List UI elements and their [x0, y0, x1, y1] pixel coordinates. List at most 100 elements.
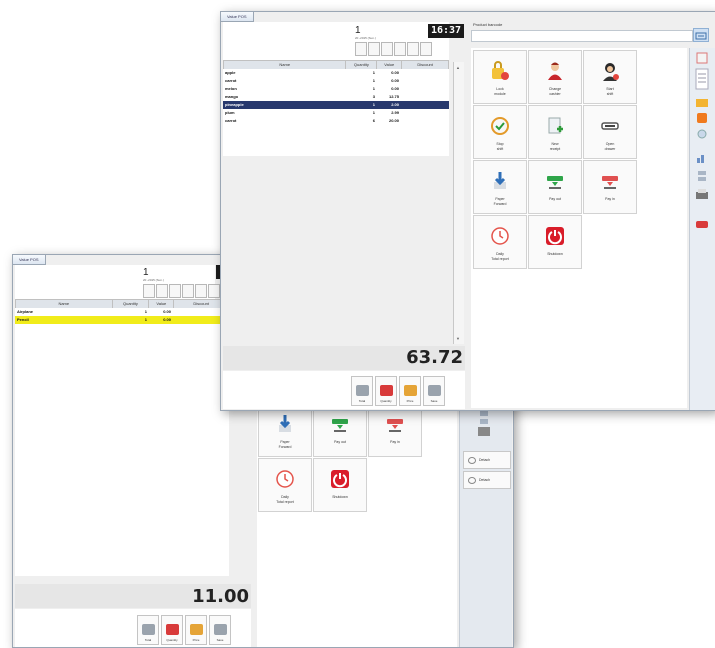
save-icon	[427, 385, 441, 396]
table-row[interactable]: Pencil 1 0.00	[15, 316, 229, 324]
side-button-1[interactable]: Detach	[463, 451, 511, 469]
tile-start-shift-button[interactable]: Start shift	[583, 50, 637, 104]
col-value: Value	[377, 61, 403, 69]
orange-tools-icon[interactable]	[695, 112, 709, 124]
pay-out-icon	[544, 170, 566, 192]
quantity-icon	[379, 385, 393, 396]
tile-lock-module-button[interactable]: Lock module	[473, 50, 527, 104]
start-shift-icon	[599, 60, 621, 82]
lock-user-icon	[489, 60, 511, 82]
digit-boxes	[143, 284, 221, 298]
fkey-total-button[interactable]: Total	[351, 376, 373, 406]
tile-label: Daily Total report	[491, 252, 509, 261]
tile-label: Shutdown	[547, 252, 563, 256]
receipt-date: 20 -2015 (Sun.)	[355, 36, 376, 40]
side-button-1-label: Detach	[479, 458, 491, 462]
table-row[interactable]: pineapple 1 2.00	[223, 101, 449, 109]
tile-pay-out-button[interactable]: Pay out	[313, 403, 367, 457]
barcode-input[interactable]	[471, 30, 693, 42]
settings-icon[interactable]	[695, 128, 709, 140]
receipt-header: 1 20 -2015 (Sun.)	[223, 22, 449, 60]
function-keys: Total Quantity Price Save	[137, 615, 231, 645]
window-tab[interactable]: Value POS	[221, 12, 254, 22]
tile-change-cashier-button[interactable]: Change cashier	[528, 50, 582, 104]
tile-label: Daily Total report	[276, 495, 294, 504]
fkey-price-button[interactable]: Price	[185, 615, 207, 645]
cell-value: 0.00	[391, 86, 399, 91]
fkey-save-button[interactable]: Save	[423, 376, 445, 406]
front-pos-window: Value POS 1 20 -2015 (Sun.) 16:37 Name Q…	[220, 11, 715, 411]
tile-label: Pay out	[334, 440, 346, 444]
cashier-icon	[544, 60, 566, 82]
cell-discount	[399, 69, 445, 77]
tile-pay-in-button[interactable]: Pay in	[368, 403, 422, 457]
fkey-label: Price	[192, 638, 200, 642]
keyboard-button[interactable]	[693, 28, 709, 42]
cell-discount	[399, 77, 445, 85]
cell-qty: 1	[372, 70, 375, 75]
red-device-icon[interactable]	[695, 218, 709, 230]
cell-discount	[399, 93, 445, 101]
total-icon	[141, 624, 155, 635]
col-name: Name	[224, 61, 347, 69]
cell-discount	[171, 308, 225, 316]
table-scrollbar[interactable]: ▲ ▼	[453, 62, 464, 344]
total-panel: 63.72	[223, 346, 465, 370]
tile-pay-in-button[interactable]: Pay in	[583, 160, 637, 214]
table-row[interactable]: apple 1 0.00	[223, 69, 449, 77]
receipt-table-body: apple 1 0.00 carrot 1 0.00 melon 1 0.00 mango 3 12.…	[223, 69, 449, 156]
fkey-price-button[interactable]: Price	[399, 376, 421, 406]
cell-value: 12.75	[388, 94, 399, 99]
printer-icon[interactable]	[695, 188, 709, 200]
cell-qty: 1	[144, 309, 147, 314]
col-quantity: Quantity	[113, 300, 150, 308]
cell-qty: 6	[372, 118, 375, 123]
tile-label: Paper Forward	[278, 440, 292, 449]
total-icon	[355, 385, 369, 396]
cell-qty: 3	[372, 94, 375, 99]
daily-report-icon	[489, 225, 511, 247]
tile-daily-total-report-button[interactable]: Daily Total report	[473, 215, 527, 269]
paper-forward-icon	[489, 170, 511, 192]
receipt-date: 20 -2015 (Sun.)	[143, 278, 164, 282]
tile-shutdown-button[interactable]: Shutdown	[528, 215, 582, 269]
receipt-list-icon[interactable]	[695, 52, 709, 64]
table-row[interactable]: Airplane 1 0.00	[15, 308, 229, 316]
table-row[interactable]: melon 1 0.00	[223, 85, 449, 93]
table-row[interactable]: carrot 6 20.00	[223, 117, 449, 125]
cell-qty: 1	[372, 86, 375, 91]
clock-display: 16:37	[428, 24, 464, 38]
tile-open-drawer-button[interactable]: Open drawer	[583, 105, 637, 159]
tile-pay-out-button[interactable]: Pay out	[528, 160, 582, 214]
cell-name: apple	[225, 70, 236, 75]
fkey-quantity-button[interactable]: Quantity	[161, 615, 183, 645]
table-row[interactable]: carrot 1 0.00	[223, 77, 449, 85]
table-row[interactable]: plum 1 2.99	[223, 109, 449, 117]
tile-paper-forward-button[interactable]: Paper Forward	[258, 403, 312, 457]
fkey-label: Price	[406, 399, 414, 403]
tile-shutdown-button[interactable]: Shutdown	[313, 458, 367, 512]
tile-daily-total-report-button[interactable]: Daily Total report	[258, 458, 312, 512]
side-button-2[interactable]: Detach	[463, 471, 511, 489]
cell-name: mango	[225, 94, 239, 99]
receipt-table-body: Airplane 1 0.00 Pencil 1 0.00	[15, 308, 229, 576]
folder-icon[interactable]	[695, 96, 709, 108]
tile-label: Shutdown	[332, 495, 348, 499]
scroll-arrows-icon[interactable]	[695, 170, 709, 182]
tile-stop-shift-button[interactable]: Stop shift	[473, 105, 527, 159]
chart-icon[interactable]	[695, 152, 709, 164]
fkey-total-button[interactable]: Total	[137, 615, 159, 645]
list-items-icon[interactable]	[695, 68, 709, 92]
table-row[interactable]: mango 3 12.75	[223, 93, 449, 101]
fkey-quantity-button[interactable]: Quantity	[375, 376, 397, 406]
fkey-save-button[interactable]: Save	[209, 615, 231, 645]
fkey-label: Quantity	[380, 399, 392, 403]
cell-discount	[171, 316, 225, 324]
save-icon	[213, 624, 227, 635]
window-tab[interactable]: Value POS	[13, 255, 46, 265]
tile-new-receipt-button[interactable]: New receipt	[528, 105, 582, 159]
detach-icon	[468, 476, 476, 484]
tile-label: Change cashier	[548, 87, 562, 96]
right-panel	[459, 409, 512, 647]
tile-paper-forward-button[interactable]: Paper Forward	[473, 160, 527, 214]
